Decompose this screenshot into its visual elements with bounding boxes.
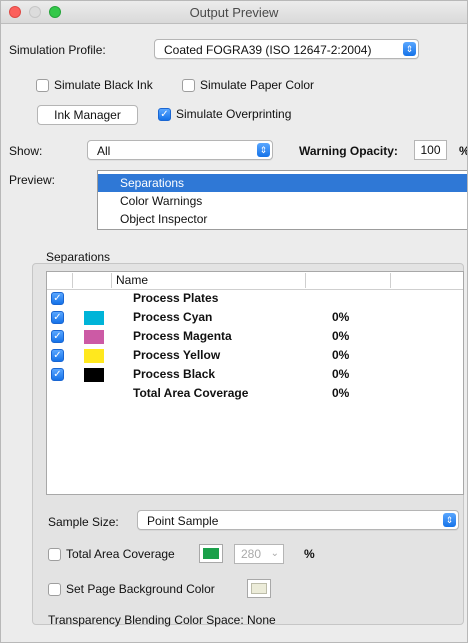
yellow-swatch	[84, 349, 104, 363]
warning-opacity-input[interactable]: 100	[414, 140, 447, 160]
simulation-profile-select[interactable]: Coated FOGRA39 (ISO 12647-2:2004) ⇕	[154, 39, 419, 59]
tac-color-well[interactable]	[199, 544, 223, 563]
table-header: Name	[47, 272, 463, 290]
set-page-background-checkbox[interactable]	[48, 583, 61, 596]
row-name: Process Plates	[133, 291, 219, 305]
popup-arrows-icon: ⇕	[443, 513, 456, 527]
tac-percent-value: 280	[241, 547, 262, 561]
popup-arrows-icon: ⇕	[257, 143, 270, 157]
output-preview-window: Output Preview Simulation Profile: Coate…	[0, 0, 468, 643]
warning-opacity-label: Warning Opacity:	[299, 144, 398, 158]
preview-item-object-inspector[interactable]: Object Inspector	[98, 210, 467, 228]
separations-section-label: Separations	[46, 250, 111, 264]
simulate-black-ink-label: Simulate Black Ink	[54, 78, 153, 92]
process-plates-checkbox[interactable]: ✓	[51, 292, 64, 305]
tac-percent-unit: %	[304, 547, 315, 561]
simulate-paper-color-checkbox[interactable]	[182, 79, 195, 92]
popup-arrows-icon: ⇕	[403, 42, 416, 56]
sample-size-value: Point Sample	[147, 514, 219, 528]
warning-opacity-unit: %	[459, 144, 467, 158]
simulation-profile-value: Coated FOGRA39 (ISO 12647-2:2004)	[164, 43, 372, 57]
simulate-black-ink-checkbox[interactable]	[36, 79, 49, 92]
column-divider	[72, 273, 73, 288]
ink-manager-button[interactable]: Ink Manager	[37, 105, 138, 125]
row-name: Process Black	[133, 367, 216, 381]
row-name: Process Cyan	[133, 310, 213, 324]
black-swatch	[84, 368, 104, 382]
tac-color-swatch	[203, 548, 219, 559]
process-black-checkbox[interactable]: ✓	[51, 368, 64, 381]
row-name: Process Magenta	[133, 329, 232, 343]
window-title: Output Preview	[189, 5, 279, 20]
process-yellow-checkbox[interactable]: ✓	[51, 349, 64, 362]
page-bg-color-well[interactable]	[247, 579, 271, 598]
tac-percent-combo[interactable]: 280 ⌄	[234, 544, 284, 564]
cyan-swatch	[84, 311, 104, 325]
simulation-profile-label: Simulation Profile:	[9, 43, 106, 57]
page-bg-color-swatch	[251, 583, 267, 594]
total-area-coverage-checkbox[interactable]	[48, 548, 61, 561]
sample-size-select[interactable]: Point Sample ⇕	[137, 510, 459, 530]
preview-item-separations[interactable]: Separations	[98, 174, 467, 192]
column-header-name: Name	[116, 273, 149, 287]
row-value: 0%	[332, 367, 350, 381]
row-name: Process Yellow	[133, 348, 221, 362]
sample-size-label: Sample Size:	[48, 515, 119, 529]
row-value: 0%	[332, 386, 350, 400]
chevron-down-icon: ⌄	[270, 548, 279, 559]
magenta-swatch	[84, 330, 104, 344]
row-value: 0%	[332, 329, 350, 343]
row-value: 0%	[332, 310, 350, 324]
row-name: Total Area Coverage	[133, 386, 249, 400]
transparency-blending-text: Transparency Blending Color Space: None	[48, 613, 276, 627]
set-page-background-label: Set Page Background Color	[66, 582, 215, 596]
column-divider	[305, 273, 306, 288]
column-divider	[390, 273, 391, 288]
row-value: 0%	[332, 348, 350, 362]
show-select[interactable]: All ⇕	[87, 140, 273, 160]
preview-label: Preview:	[9, 173, 56, 187]
process-cyan-checkbox[interactable]: ✓	[51, 311, 64, 324]
show-label: Show:	[9, 144, 43, 158]
total-area-coverage-label: Total Area Coverage	[66, 547, 175, 561]
show-value: All	[97, 144, 111, 158]
separations-table[interactable]: Name ✓ Process Plates ✓ Process Cyan 0% …	[46, 271, 464, 495]
column-divider	[111, 273, 112, 288]
preview-list[interactable]: Separations Color Warnings Object Inspec…	[97, 170, 467, 230]
simulate-overprinting-checkbox[interactable]: ✓	[158, 108, 171, 121]
process-magenta-checkbox[interactable]: ✓	[51, 330, 64, 343]
simulate-paper-color-label: Simulate Paper Color	[200, 78, 315, 92]
simulate-overprinting-label: Simulate Overprinting	[176, 107, 292, 121]
title-bar: Output Preview	[1, 1, 467, 24]
preview-item-color-warnings[interactable]: Color Warnings	[98, 192, 467, 210]
